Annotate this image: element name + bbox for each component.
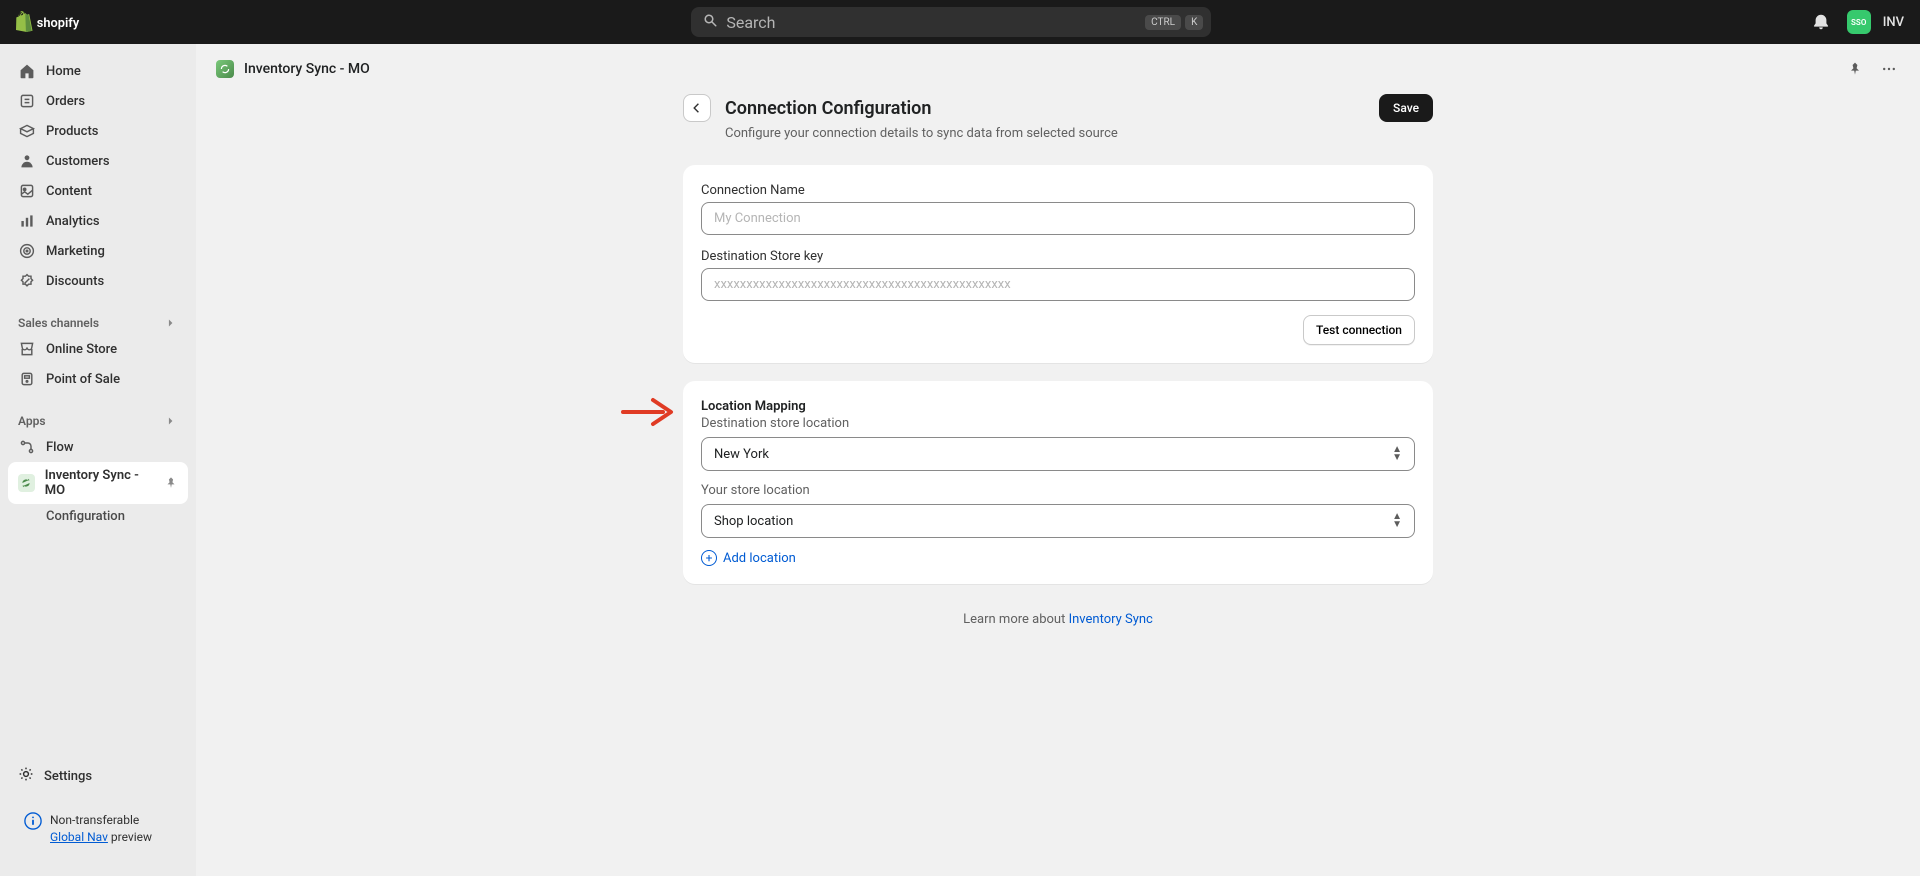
location-mapping-card: Location Mapping Destination store locat… [683, 381, 1433, 584]
nav-marketing[interactable]: Marketing [8, 236, 188, 266]
destination-location-value: New York [714, 447, 769, 462]
chevron-right-icon[interactable] [164, 414, 178, 428]
nav-settings-label: Settings [44, 769, 92, 784]
search-placeholder-text: Search [726, 13, 775, 32]
annotation-arrow [621, 395, 677, 433]
content-icon [18, 182, 36, 200]
home-icon [18, 62, 36, 80]
info-icon [24, 812, 42, 830]
connection-details-card: Connection Name Destination Store key Te… [683, 165, 1433, 363]
your-location-label: Your store location [701, 483, 1415, 498]
store-avatar[interactable]: SSO [1847, 10, 1871, 34]
products-icon [18, 122, 36, 140]
sales-channels-header: Sales channels [8, 308, 188, 334]
orders-icon [18, 92, 36, 110]
learn-more-prefix: Learn more about [963, 612, 1068, 627]
nav-configuration[interactable]: Configuration [8, 504, 188, 529]
nav-orders[interactable]: Orders [8, 86, 188, 116]
page-subtitle: Configure your connection details to syn… [725, 126, 1433, 141]
flow-icon [18, 438, 36, 456]
your-location-select[interactable]: Shop location ▲▼ [701, 504, 1415, 538]
kbd-k: K [1185, 15, 1203, 30]
nav-content-label: Content [46, 184, 92, 199]
nav-home[interactable]: Home [8, 56, 188, 86]
chevron-right-icon[interactable] [164, 316, 178, 330]
nav-flow[interactable]: Flow [8, 432, 188, 462]
nav-online-store[interactable]: Online Store [8, 334, 188, 364]
discounts-icon [18, 272, 36, 290]
nav-discounts-label: Discounts [46, 274, 104, 289]
inventory-sync-app-icon [18, 474, 35, 492]
nav-inventory-sync-app[interactable]: Inventory Sync - MO [8, 462, 188, 504]
destination-location-label: Destination store location [701, 416, 1415, 431]
pos-icon [18, 370, 36, 388]
destination-location-select[interactable]: New York ▲▼ [701, 437, 1415, 471]
nav-analytics[interactable]: Analytics [8, 206, 188, 236]
notifications-button[interactable] [1807, 8, 1835, 36]
nav-home-label: Home [46, 64, 81, 79]
svg-text:shopify: shopify [37, 16, 80, 31]
page-title: Connection Configuration [725, 98, 931, 119]
select-arrows-icon: ▲▼ [1392, 446, 1402, 462]
add-location-button[interactable]: + Add location [701, 550, 1415, 566]
breadcrumb-app-name: Inventory Sync - MO [244, 61, 370, 77]
nav-customers-label: Customers [46, 154, 110, 169]
shopify-logo[interactable]: shopify [16, 10, 96, 34]
nav-discounts[interactable]: Discounts [8, 266, 188, 296]
preview-notice: Non-transferable Global Nav preview [12, 802, 184, 856]
nav-analytics-label: Analytics [46, 214, 100, 229]
connection-name-input[interactable] [701, 202, 1415, 235]
nav-online-store-label: Online Store [46, 342, 117, 357]
learn-more-link[interactable]: Inventory Sync [1069, 612, 1153, 627]
apps-label: Apps [18, 414, 46, 428]
destination-key-label: Destination Store key [701, 249, 1415, 264]
search-icon [703, 13, 718, 32]
connection-name-label: Connection Name [701, 183, 1415, 198]
add-location-label: Add location [723, 551, 796, 566]
store-name-abbr[interactable]: INV [1883, 15, 1904, 30]
back-button[interactable] [683, 94, 711, 122]
nav-settings[interactable]: Settings [8, 758, 188, 794]
nav-inventory-sync-label: Inventory Sync - MO [45, 468, 154, 498]
nav-pos-label: Point of Sale [46, 372, 120, 387]
nav-pos[interactable]: Point of Sale [8, 364, 188, 394]
location-mapping-title: Location Mapping [701, 399, 1415, 414]
select-arrows-icon: ▲▼ [1392, 513, 1402, 529]
nav-flow-label: Flow [46, 440, 74, 455]
app-icon [216, 60, 234, 78]
nav-content[interactable]: Content [8, 176, 188, 206]
gear-icon [18, 766, 34, 786]
global-search[interactable]: Search CTRL K [691, 7, 1211, 37]
pin-page-button[interactable] [1844, 58, 1866, 80]
more-actions-button[interactable] [1878, 58, 1900, 80]
preview-link[interactable]: Global Nav [50, 830, 108, 844]
preview-line1: Non-transferable [50, 812, 152, 829]
plus-circle-icon: + [701, 550, 717, 566]
marketing-icon [18, 242, 36, 260]
nav-products-label: Products [46, 124, 98, 139]
nav-marketing-label: Marketing [46, 244, 105, 259]
analytics-icon [18, 212, 36, 230]
store-icon [18, 340, 36, 358]
destination-key-input[interactable] [701, 268, 1415, 301]
preview-line2: preview [108, 830, 152, 844]
pin-icon[interactable] [164, 476, 178, 490]
customers-icon [18, 152, 36, 170]
kbd-ctrl: CTRL [1145, 15, 1181, 30]
nav-customers[interactable]: Customers [8, 146, 188, 176]
sales-channels-label: Sales channels [18, 316, 99, 330]
nav-configuration-label: Configuration [46, 509, 125, 524]
save-button[interactable]: Save [1379, 94, 1433, 122]
nav-orders-label: Orders [46, 94, 85, 109]
test-connection-button[interactable]: Test connection [1303, 315, 1415, 345]
nav-products[interactable]: Products [8, 116, 188, 146]
your-location-value: Shop location [714, 514, 793, 529]
apps-header: Apps [8, 406, 188, 432]
learn-more-footer: Learn more about Inventory Sync [683, 612, 1433, 627]
